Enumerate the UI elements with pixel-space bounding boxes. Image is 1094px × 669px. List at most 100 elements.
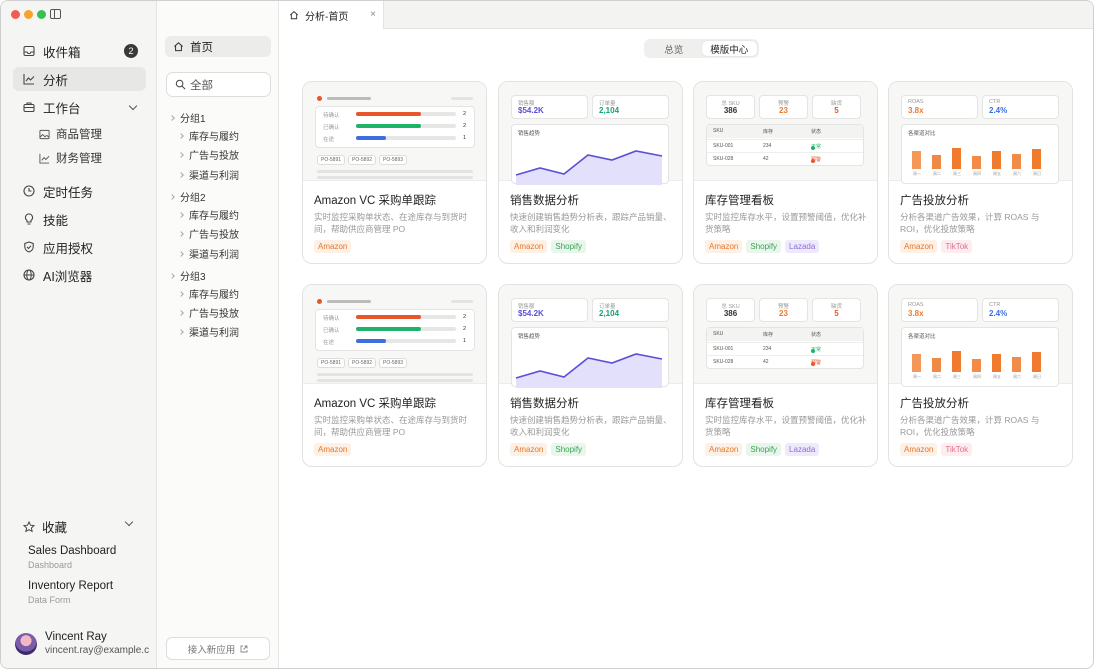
po-chip: PO-5893 [379,358,408,368]
group-subitem[interactable]: 广告与投放 [178,147,239,162]
tab-analysis-home[interactable]: 分析-首页 × [279,1,384,29]
maximize-window-button[interactable] [37,10,46,19]
sidebar-item-inbox[interactable]: 收件箱 2 [13,39,146,63]
user-profile[interactable]: Vincent Ray vincent.ray@example.com [15,631,149,656]
sidebar-item-skills[interactable]: 技能 [13,207,146,231]
card-thumbnail: ROAS 3.8x CTR 2.4% 各渠道对比 周一 周二 周三 周四 周五 周六 周日 [889,285,1072,387]
sidebar-item-workbench[interactable]: 工作台 [13,95,146,119]
po-status-bar [356,124,421,128]
kpi-roas: ROAS 3.8x [901,298,978,322]
sidebar-item-analysis[interactable]: 分析 [13,67,146,91]
kpi-label: CTR [989,302,1001,308]
group-subitem[interactable]: 库存与履约 [178,128,239,143]
favorites-header[interactable]: 收藏 [23,517,67,536]
po-status-count: 1 [463,135,467,141]
po-status-track [356,315,456,319]
header-bar [327,300,371,303]
card-title: 广告投放分析 [900,398,969,410]
bulb-icon [23,213,35,225]
platform-tag: Shopify [551,240,587,253]
favorite-item[interactable]: Inventory Report Data Form [28,580,113,605]
po-status-count: 2 [463,314,467,320]
x-tick-label: 周六 [1013,374,1021,379]
connect-app-button[interactable]: 接入新应用 [166,637,270,660]
kpi-value: 2.4% [989,309,1008,318]
home-icon [174,42,183,52]
subitem-label: 渠道与利润 [189,171,239,182]
template-card[interactable]: 总 SKU 386 预警 23 缺货 5 SKU 库存 状态 SKU-001 234 正常 SKU-02… [693,284,878,467]
card-thumbnail: 销售额 $54.2K 订单量 2,104 销售趋势 [499,82,682,185]
favorites-title: 收藏 [42,521,68,535]
segment-overview[interactable]: 总览 [646,41,702,56]
group-subitem[interactable]: 库存与履约 [178,286,239,301]
inventory-kpi: 缺货 5 [812,95,861,119]
po-status-bar [356,112,421,116]
sidebar-toggle-icon[interactable] [50,9,61,19]
template-card[interactable]: 销售额 $54.2K 订单量 2,104 销售趋势 销售数据分析 快速创建销售趋势分析表，跟… [498,284,683,467]
template-card[interactable]: ROAS 3.8x CTR 2.4% 各渠道对比 周一 周二 周三 周四 周五 周六 周日 广告投放分析… [888,81,1073,264]
sidebar-item-label: AI浏览器 [43,269,93,284]
sales-trend-chart: 销售趋势 [511,124,669,185]
avatar [15,632,37,655]
sidebar: 收件箱 2 分析 工作台 商品管理 财务管理 定时任务 技能 应用授权 AI浏览… [1,1,157,668]
group-subitem[interactable]: 渠道与利润 [178,324,239,339]
search-input[interactable]: 全部 [166,72,271,97]
table-header-cell: 状态 [811,332,822,338]
table-cell: SKU-001 [713,346,734,352]
group-item[interactable]: 分组3 [169,268,206,283]
channel-bar-chart: 各渠道对比 周一 周二 周三 周四 周五 周六 周日 [901,327,1059,387]
kpi-orders: 订单量 2,104 [592,95,669,119]
chevron-down-icon[interactable] [128,101,138,111]
subitem-label: 库存与履约 [189,132,239,143]
subitem-label: 渠道与利润 [189,328,239,339]
template-card[interactable]: 销售额 $54.2K 订单量 2,104 销售趋势 销售数据分析 快速创建销售趋势分析表，跟… [498,81,683,264]
status-dot [317,299,322,304]
group-item[interactable]: 分组1 [169,110,206,125]
x-tick-label: 周五 [993,171,1001,176]
card-tags: Amazon [314,443,352,456]
template-card[interactable]: 总 SKU 386 预警 23 缺货 5 SKU 库存 状态 SKU-001 234 正常 SKU-02… [693,81,878,264]
po-status-panel: 待确认 2 已确认 2 在途 1 [315,309,475,351]
inventory-kpi: 总 SKU 386 [706,298,755,322]
home-button[interactable]: 首页 [165,36,271,57]
template-card[interactable]: 待确认 2 已确认 2 在途 1 PO-5891 PO-5892 PO-5893 Amazon V… [302,284,487,467]
template-card[interactable]: 待确认 2 已确认 2 在途 1 PO-5891 PO-5892 PO-5893 Amazon V… [302,81,487,264]
po-status-label: 在途 [323,137,335,143]
group-subitem[interactable]: 渠道与利润 [178,167,239,182]
chevron-down-icon[interactable] [124,517,134,527]
sidebar-item-scheduled-tasks[interactable]: 定时任务 [13,179,146,203]
chevron-right-icon [178,230,184,237]
close-window-button[interactable] [11,10,20,19]
footer-bar [317,176,473,179]
template-card[interactable]: ROAS 3.8x CTR 2.4% 各渠道对比 周一 周二 周三 周四 周五 周六 周日广告投放分析… [888,284,1073,467]
segment-templates[interactable]: 模版中心 [701,41,757,56]
minimize-window-button[interactable] [24,10,33,19]
group-subitem[interactable]: 渠道与利润 [178,246,239,261]
x-tick-label: 周一 [913,171,921,176]
favorite-item[interactable]: Sales Dashboard Dashboard [28,545,116,570]
sidebar-subitem-finance[interactable]: 财务管理 [39,150,102,166]
po-status-count: 2 [463,123,467,129]
trend-line-icon [515,150,663,185]
group-subitem[interactable]: 广告与投放 [178,226,239,241]
sidebar-item-ai-browser[interactable]: AI浏览器 [13,263,146,287]
card-tags: Amazon Shopify [510,443,587,456]
card-description: 实时监控采购单状态、在途库存与到货时间，帮助供应商管理 PO [314,415,468,437]
sidebar-subitem-label: 商品管理 [56,129,102,141]
chevron-right-icon [178,132,184,139]
sidebar-item-app-auth[interactable]: 应用授权 [13,235,146,259]
sidebar-subitem-products[interactable]: 商品管理 [39,126,102,142]
card-title: Amazon VC 采购单跟踪 [314,398,437,410]
inbox-count-badge: 2 [124,44,138,58]
group-subitem[interactable]: 库存与履约 [178,207,239,222]
status-dot [811,159,815,163]
close-icon[interactable]: × [370,9,376,20]
app-window: 收件箱 2 分析 工作台 商品管理 财务管理 定时任务 技能 应用授权 AI浏览… [0,0,1094,669]
group-item[interactable]: 分组2 [169,189,206,204]
po-status-bar [356,327,421,331]
table-header: SKU 库存 状态 [707,328,863,341]
tab-label: 分析-首页 [305,11,349,23]
platform-tag: Shopify [551,443,587,456]
card-description: 实时监控库存水平，设置预警阈值，优化补货策略 [705,212,867,234]
group-subitem[interactable]: 广告与投放 [178,305,239,320]
